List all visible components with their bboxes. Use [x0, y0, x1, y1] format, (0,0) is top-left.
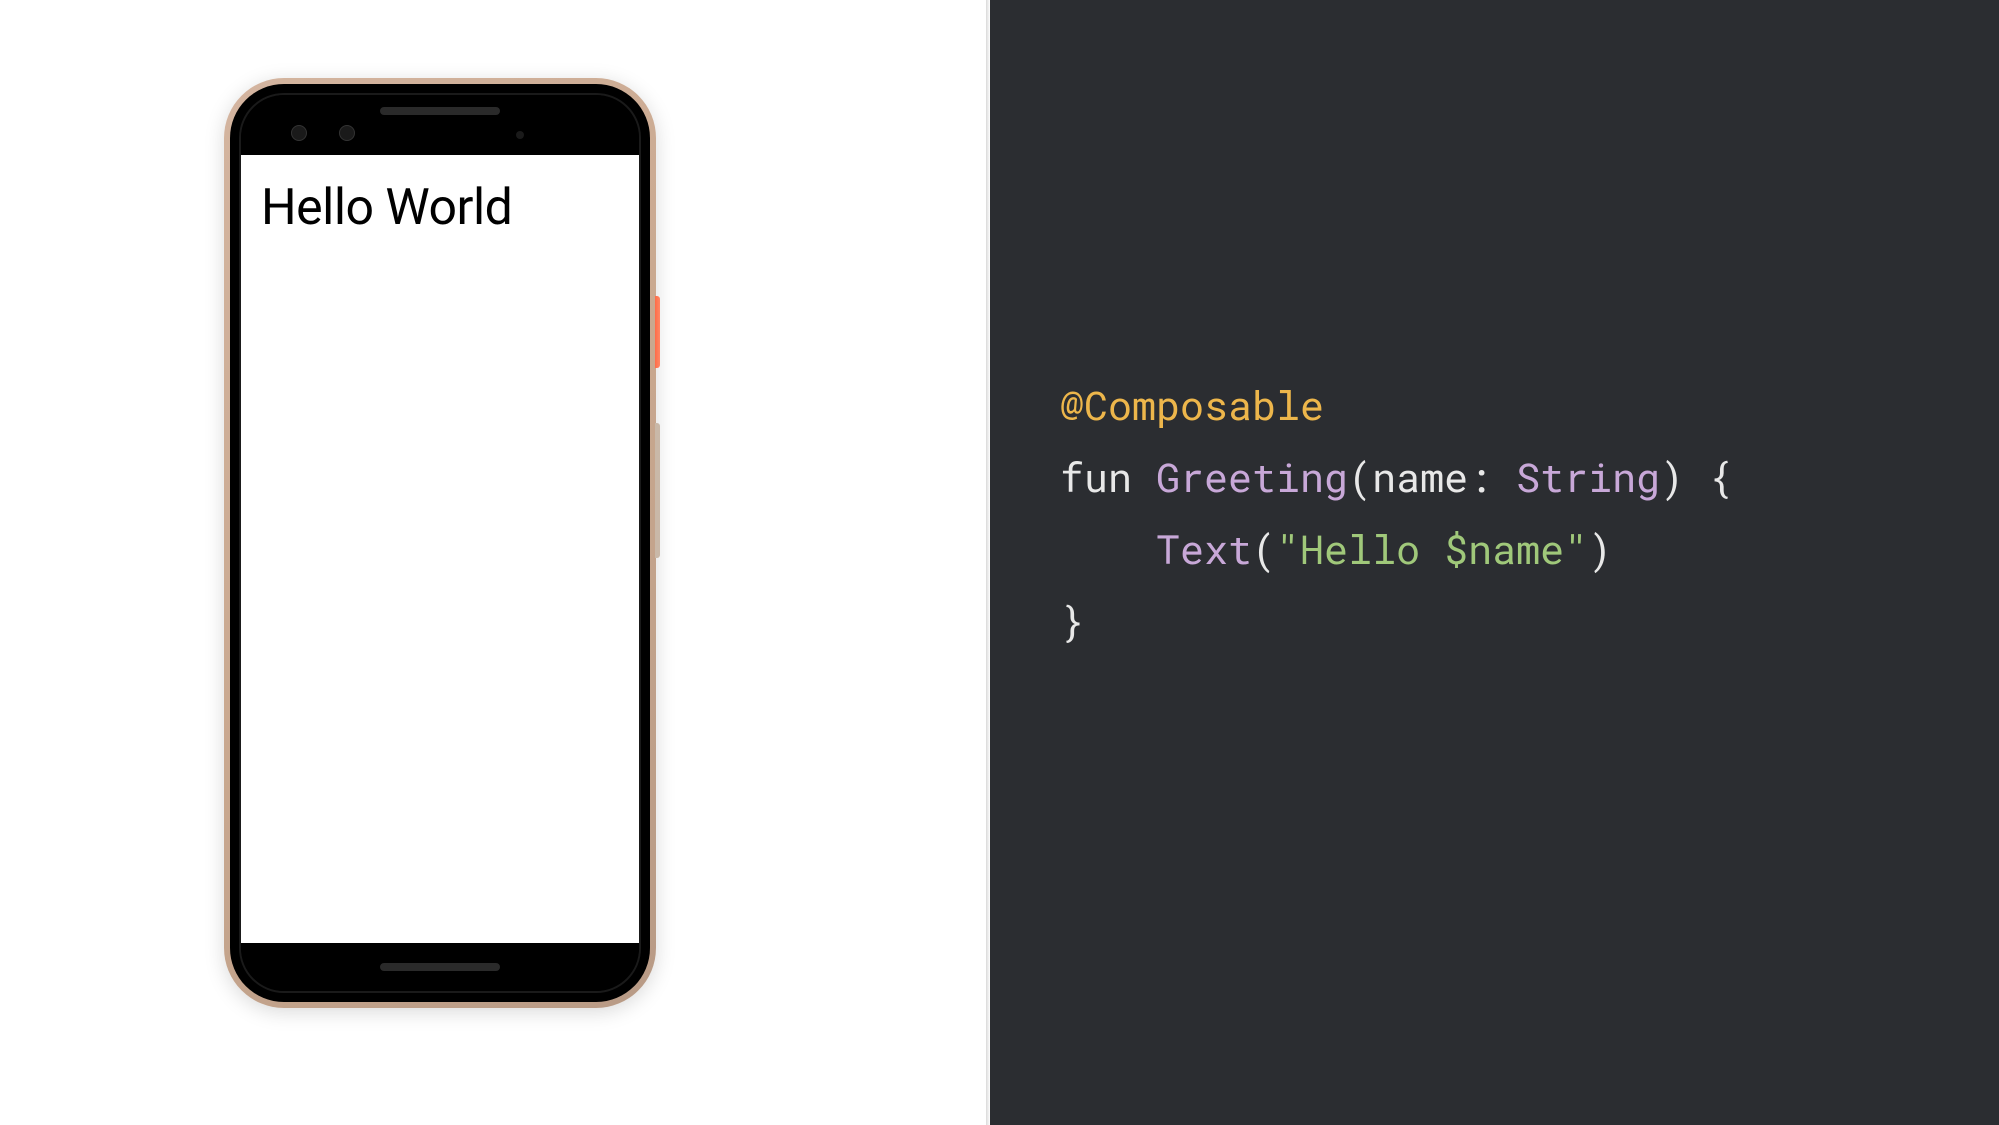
volume-button	[655, 423, 660, 558]
phone-bezel: Hello World	[230, 84, 650, 1002]
power-button	[655, 296, 660, 368]
camera-icon	[339, 125, 355, 141]
paren-token: )	[1660, 450, 1684, 503]
type-token: String	[1516, 450, 1660, 503]
code-panel: @Composable fun Greeting(name: String) {…	[990, 0, 1999, 1125]
string-literal-token: "Hello $name"	[1276, 522, 1588, 575]
colon-token: :	[1468, 450, 1492, 503]
top-bezel	[241, 95, 639, 155]
paren-token: (	[1252, 522, 1276, 575]
bottom-speaker-icon	[380, 963, 500, 971]
bottom-bezel	[241, 943, 639, 991]
sensor-icon	[516, 131, 524, 139]
phone-screen: Hello World	[241, 155, 639, 943]
code-snippet: @Composable fun Greeting(name: String) {…	[1060, 369, 1732, 657]
function-name-token: Greeting	[1156, 450, 1348, 503]
paren-token: )	[1588, 522, 1612, 575]
paren-token: (	[1348, 450, 1372, 503]
brace-token: }	[1060, 594, 1084, 647]
preview-panel: Hello World	[0, 0, 990, 1125]
front-cameras	[291, 125, 355, 141]
phone-frame: Hello World	[224, 78, 656, 1008]
annotation-token: @Composable	[1060, 378, 1324, 431]
text-call-token: Text	[1156, 522, 1252, 575]
phone-body: Hello World	[239, 93, 641, 993]
earpiece-speaker-icon	[380, 107, 500, 115]
keyword-token: fun	[1060, 450, 1132, 503]
param-name-token: name	[1372, 450, 1468, 503]
brace-token: {	[1708, 450, 1732, 503]
camera-icon	[291, 125, 307, 141]
greeting-text: Hello World	[261, 179, 619, 237]
phone-mockup: Hello World	[224, 78, 656, 1008]
